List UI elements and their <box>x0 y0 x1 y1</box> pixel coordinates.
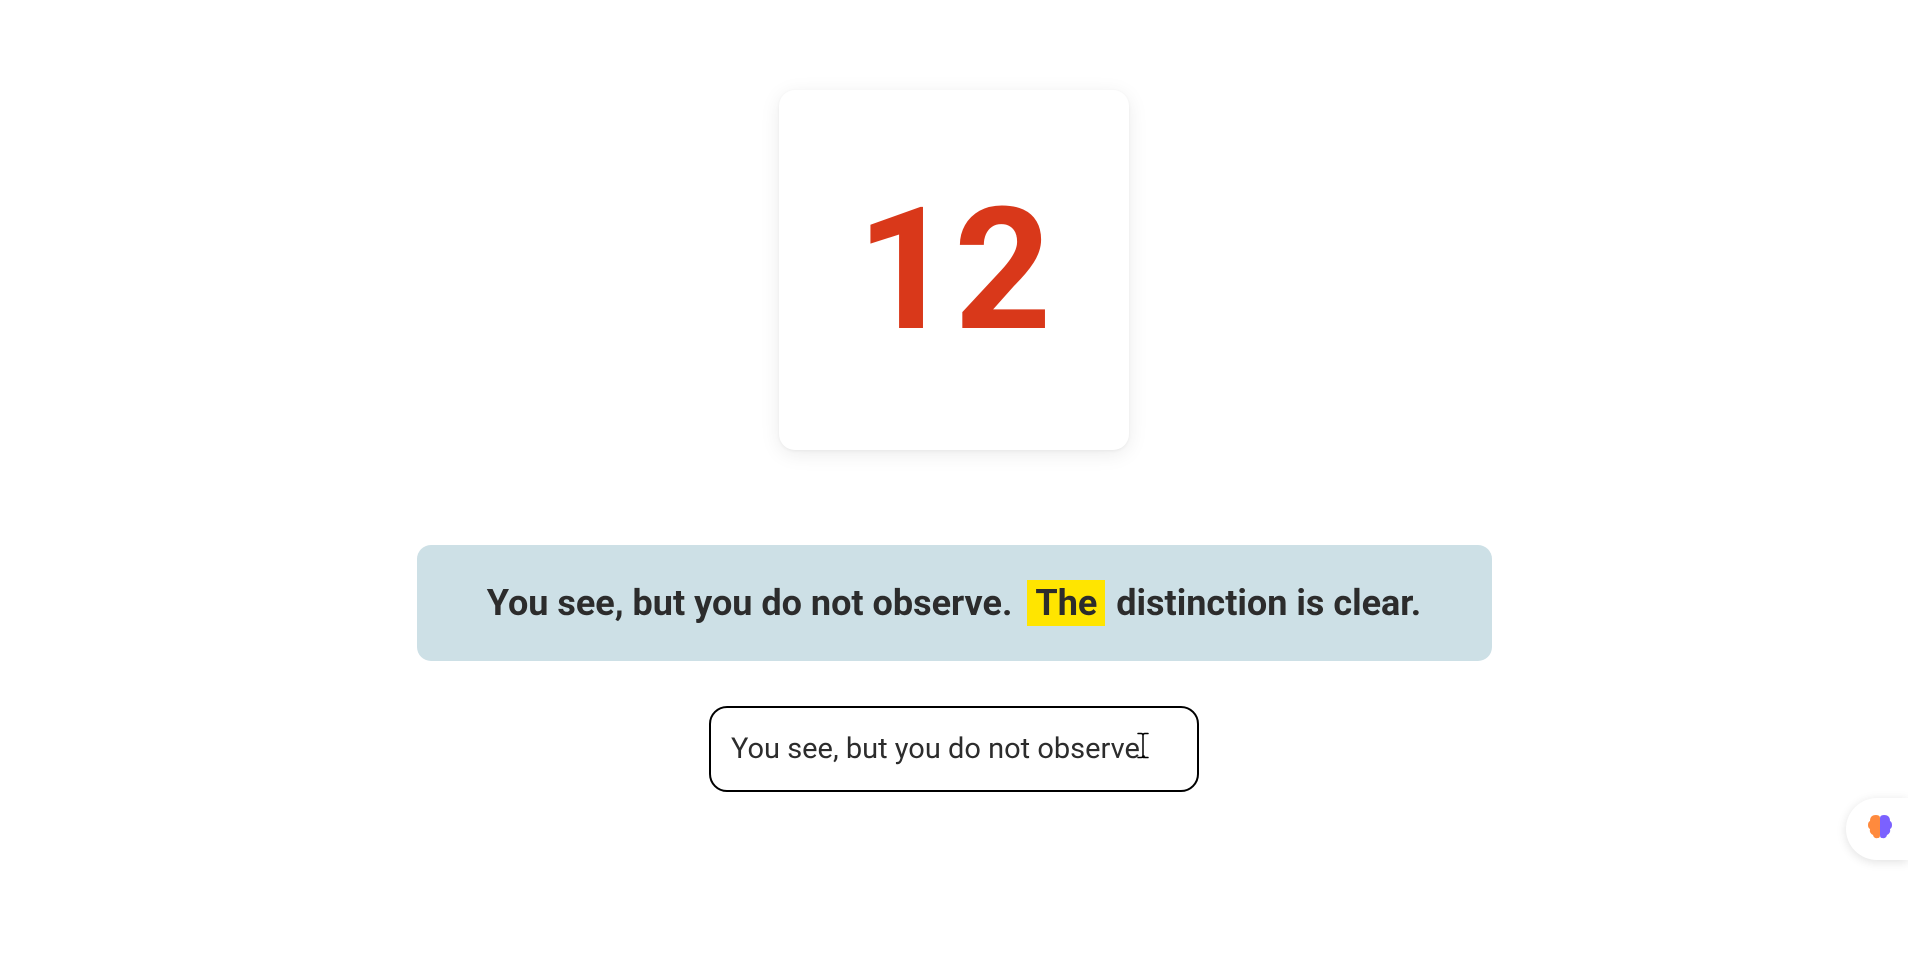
floating-help-badge[interactable] <box>1846 798 1908 860</box>
sentence-after: distinction is clear. <box>1107 582 1421 624</box>
sentence-text: You see, but you do not observe. The dis… <box>487 580 1421 626</box>
sentence-prompt-bar: You see, but you do not observe. The dis… <box>417 545 1492 661</box>
timer-value: 12 <box>856 185 1051 355</box>
typing-input-wrapper <box>709 706 1199 792</box>
typing-input[interactable] <box>709 706 1199 792</box>
sentence-before: You see, but you do not observe. <box>487 582 1022 624</box>
brain-icon <box>1864 811 1896 847</box>
timer-card: 12 <box>779 90 1129 450</box>
sentence-highlight-current-word: The <box>1027 580 1105 626</box>
